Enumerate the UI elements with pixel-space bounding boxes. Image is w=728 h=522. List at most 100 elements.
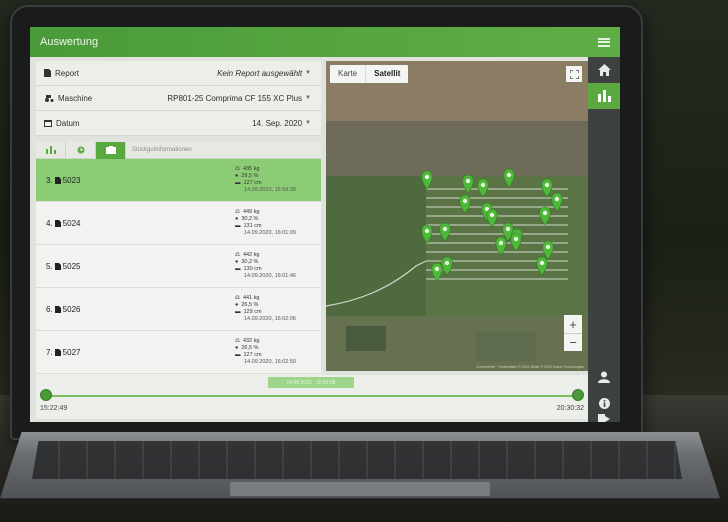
caret-down-icon: ▼ xyxy=(305,95,311,101)
satellite-map xyxy=(326,61,588,371)
bale-number: 5025 xyxy=(62,261,81,271)
timeline-start-time: 15:22:49 xyxy=(40,405,68,412)
hamburger-menu-icon[interactable] xyxy=(598,37,610,47)
tab-time[interactable] xyxy=(66,141,96,159)
bale-details: ⚖ 442 kg ● 30,2 % ▬ 130 cm 14.09.2020, 16:01:4… xyxy=(235,252,315,280)
zoom-controls: + − xyxy=(564,315,582,351)
map-attribution: Kurzbefehle · Kartendaten © 2020 Bilder … xyxy=(476,365,584,369)
bale-weight: 442 kg xyxy=(242,252,260,258)
bale-icon xyxy=(105,146,116,154)
bale-moisture: 30,2 % xyxy=(241,216,259,222)
bale-size-line: ▬ 130 cm xyxy=(235,266,315,273)
bale-weight: 432 kg xyxy=(242,338,260,344)
field-parcel xyxy=(326,176,426,316)
home-icon xyxy=(597,64,611,76)
sidebar-logout-button[interactable] xyxy=(588,414,620,422)
bale-icon xyxy=(54,219,61,227)
sidebar-home-button[interactable] xyxy=(588,57,620,83)
app-header: Auswertung xyxy=(30,27,620,57)
tab-active-label: Stückgutinformationen xyxy=(132,147,192,153)
bale-moisture-line: ● 30,2 % xyxy=(235,216,315,223)
bale-weight-line: ⚖ 432 kg xyxy=(235,338,315,345)
scale-icon: ⚖ xyxy=(235,252,240,258)
list-item[interactable]: 7. 5027 ⚖ 432 kg ● 26,5 % ▬ 127 cm 14.09.2020, 1… xyxy=(36,331,321,374)
fullscreen-icon xyxy=(569,69,579,79)
bale-icon xyxy=(54,348,61,356)
laptop-keyboard xyxy=(32,441,682,479)
tab-bale-info[interactable] xyxy=(96,141,126,159)
bale-moisture: 26,5 % xyxy=(241,345,259,351)
field-parcel xyxy=(426,176,588,316)
tractor-icon xyxy=(45,95,54,102)
list-item[interactable]: 3. 5023 ⚖ 435 kg ● 29,5 % ▬ 127 cm 14.09.2020, 1… xyxy=(36,159,321,202)
ruler-icon: ▬ xyxy=(235,180,241,186)
map-type-satellit[interactable]: Satellit xyxy=(365,65,408,83)
document-icon xyxy=(44,69,51,77)
logout-icon xyxy=(598,414,610,422)
bale-moisture: 30,2 % xyxy=(241,259,259,265)
sidebar-info-button[interactable] xyxy=(588,390,620,416)
bale-pin-dot xyxy=(539,260,545,266)
list-item[interactable]: 6. 5026 ⚖ 441 kg ● 26,5 % ▬ 129 cm 14.09.2020, 1… xyxy=(36,288,321,331)
tab-chart[interactable] xyxy=(36,141,66,159)
bale-icon xyxy=(54,305,61,313)
bale-pin-dot xyxy=(424,228,430,234)
filter-report[interactable]: Report Kein Report ausgewählt ▼ xyxy=(36,61,321,86)
bale-moisture-line: ● 29,5 % xyxy=(235,173,315,180)
bale-pin-dot xyxy=(513,236,519,242)
timeline-end-time: 20:30:32 xyxy=(556,405,584,412)
zoom-in-button[interactable]: + xyxy=(564,315,582,333)
bale-index: 5. xyxy=(46,261,53,271)
filter-date[interactable]: Datum 14. Sep. 2020 ▼ xyxy=(36,111,321,136)
filter-machine[interactable]: Maschine RP801-25 Comprima CF 155 XC Plu… xyxy=(36,86,321,111)
list-item[interactable]: 5. 5025 ⚖ 442 kg ● 30,2 % ▬ 130 cm 14.09.2020, 1… xyxy=(36,245,321,288)
bale-pin-dot xyxy=(506,172,512,178)
bale-pin-dot xyxy=(505,226,511,232)
bale-pin-dot xyxy=(465,178,471,184)
right-sidebar xyxy=(588,57,620,422)
map-type-karte[interactable]: Karte xyxy=(330,65,365,83)
bale-moisture: 29,5 % xyxy=(241,173,259,179)
bale-moisture-line: ● 26,5 % xyxy=(235,345,315,352)
map-panel[interactable]: Karte Satellit + − Kurzbefehle · Kartend… xyxy=(326,61,588,371)
fullscreen-button[interactable] xyxy=(566,66,582,82)
bale-weight-line: ⚖ 449 kg xyxy=(235,209,315,216)
bale-size-line: ▬ 129 cm xyxy=(235,309,315,316)
sidebar-analysis-button[interactable] xyxy=(588,83,620,109)
bale-size: 127 cm xyxy=(243,180,262,186)
bale-pin-dot xyxy=(424,174,430,180)
filter-date-value: 14. Sep. 2020 xyxy=(252,118,303,128)
bale-pin-dot xyxy=(462,198,468,204)
map-type-toggle: Karte Satellit xyxy=(330,65,409,83)
bale-details: ⚖ 449 kg ● 30,2 % ▬ 131 cm 14.09.2020, 16:01:0… xyxy=(235,209,315,237)
bar-chart-icon xyxy=(597,90,611,102)
list-item[interactable]: 4. 5024 ⚖ 449 kg ● 30,2 % ▬ 131 cm 14.09.2020, 1… xyxy=(36,202,321,245)
timeline: 14.09.2020 · 15:59:28 15:22:49 20:30:32 xyxy=(36,375,588,419)
timeline-start-handle[interactable] xyxy=(40,389,52,401)
timeline-current-chip: 14.09.2020 · 15:59:28 xyxy=(268,377,354,388)
bale-weight: 449 kg xyxy=(242,209,260,215)
bale-list: 3. 5023 ⚖ 435 kg ● 29,5 % ▬ 127 cm 14.09.2020, 1… xyxy=(36,159,321,381)
info-icon xyxy=(598,397,610,409)
droplet-icon: ● xyxy=(235,173,239,179)
scale-icon: ⚖ xyxy=(235,209,240,215)
bale-index: 6. xyxy=(46,304,53,314)
bale-number: 5026 xyxy=(62,304,81,314)
bale-pin-dot xyxy=(444,260,450,266)
ruler-icon: ▬ xyxy=(235,309,241,315)
bale-id: 7. 5027 xyxy=(46,348,80,357)
sidebar-user-button[interactable] xyxy=(588,364,620,390)
view-tabs: Stückgutinformationen xyxy=(36,141,321,159)
timeline-end-handle[interactable] xyxy=(572,389,584,401)
bale-pin-dot xyxy=(545,244,551,250)
bale-pin-dot xyxy=(442,226,448,232)
zoom-out-button[interactable]: − xyxy=(564,333,582,351)
bale-timestamp: 14.09.2020, 16:01:09 xyxy=(244,230,296,236)
laptop-trackpad xyxy=(230,482,490,496)
bale-id: 4. 5024 xyxy=(46,219,80,228)
calendar-icon xyxy=(44,120,52,127)
timeline-track[interactable] xyxy=(46,395,578,397)
bale-pin-dot xyxy=(498,240,504,246)
bale-moisture-line: ● 30,2 % xyxy=(235,259,315,266)
bale-weight-line: ⚖ 442 kg xyxy=(235,252,315,259)
